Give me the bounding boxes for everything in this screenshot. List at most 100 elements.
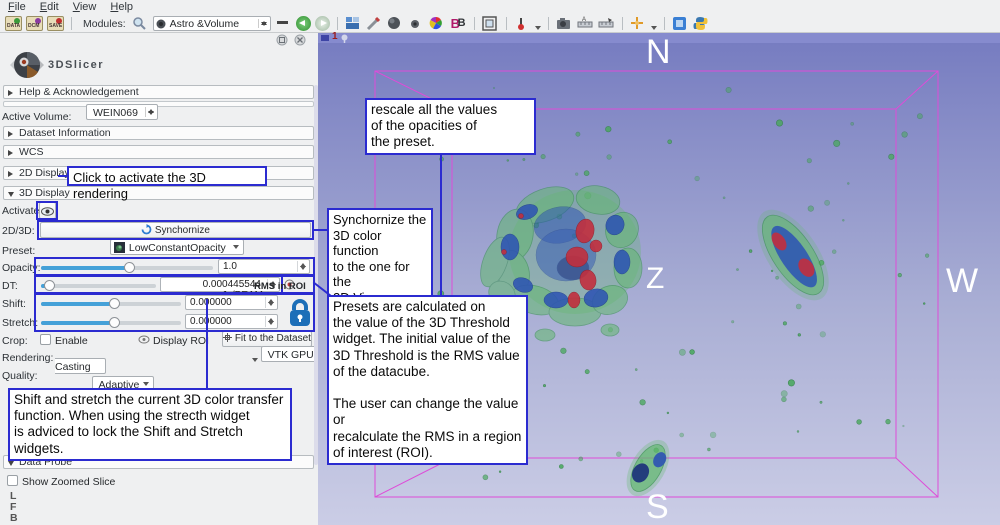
panel-undock-close-icons[interactable]	[276, 34, 310, 46]
load-data-label: DATA	[7, 23, 20, 29]
capture-icon[interactable]	[556, 16, 573, 31]
forward-arrow-icon[interactable]	[315, 16, 330, 31]
stretch-spin-arrows[interactable]	[265, 316, 275, 327]
dt-value: 0.000445544	[203, 279, 261, 290]
toolbar-separator	[548, 17, 549, 30]
crop-enable-checkbox[interactable]	[40, 334, 51, 345]
toolbar-separator	[474, 17, 475, 30]
ruler-b-icon[interactable]	[598, 16, 615, 31]
quality-label: Quality:	[2, 370, 38, 382]
collapse-arrow-icon	[8, 90, 13, 96]
display-roi-icon[interactable]	[138, 334, 150, 345]
active-volume-selector[interactable]: WEIN069	[86, 104, 158, 120]
menu-edit[interactable]: Edit	[40, 1, 59, 15]
dicom-label: DCM	[28, 23, 39, 29]
toolbar-separator	[506, 17, 507, 30]
preset-thumbnail-icon	[114, 242, 125, 253]
opacity-slider[interactable]	[41, 266, 213, 270]
active-volume-spin[interactable]	[145, 107, 154, 117]
stretch-label: Stretch:	[2, 317, 38, 329]
chevron-down-icon	[143, 382, 149, 386]
back-arrow-icon[interactable]	[296, 16, 311, 31]
module-selector[interactable]: Astro &Volume	[153, 16, 271, 31]
expand-arrow-icon	[8, 461, 14, 466]
colors-pinwheel-icon[interactable]	[429, 16, 446, 31]
connector-shift-stretch	[206, 299, 208, 388]
show-zoomed-slice-checkbox[interactable]	[7, 475, 18, 486]
preset-value: LowConstantOpacity	[129, 242, 226, 254]
activate-3d-button[interactable]	[39, 202, 56, 219]
stretch-spinbox[interactable]: 0.000000	[185, 314, 278, 329]
screenshot-icon[interactable]	[482, 16, 499, 31]
preset-label: Preset:	[2, 245, 35, 257]
chevron-down-icon	[233, 245, 239, 249]
layout-icon[interactable]	[345, 16, 362, 31]
fit-to-dataset-button[interactable]: Fit to the Dataset	[222, 331, 312, 347]
collapse-arrow-icon	[8, 131, 13, 137]
opacity-spinbox[interactable]: 1.0	[218, 259, 310, 274]
module-search-icon[interactable]	[132, 16, 149, 31]
toolbar-separator	[71, 17, 72, 30]
fonts-icon[interactable]: BB	[450, 16, 467, 31]
dt-label: DT:	[2, 280, 18, 292]
menu-file[interactable]: File	[8, 1, 26, 15]
module-selector-spin[interactable]	[258, 19, 267, 28]
menu-view[interactable]: View	[73, 1, 97, 15]
section-wcs[interactable]: WCS	[3, 145, 314, 159]
ruler-a-icon[interactable]: A	[577, 16, 594, 31]
dt-slider-handle[interactable]	[44, 280, 55, 291]
stretch-slider[interactable]	[41, 321, 181, 325]
active-volume-label: Active Volume:	[2, 111, 71, 123]
extensions-icon[interactable]	[672, 16, 689, 31]
section-3d-display[interactable]: 3D Display	[3, 186, 314, 200]
main-toolbar: DATA DCM SAVE Modules: Astro &Volume BB …	[0, 15, 1000, 33]
shift-slider-handle[interactable]	[109, 298, 120, 309]
rendering-selector[interactable]: VTK GPU Ray Casting	[55, 346, 335, 374]
shift-slider[interactable]	[41, 302, 181, 306]
menu-help[interactable]: Help	[110, 1, 133, 15]
annotation-shift-stretch: Shift and stretch the current 3D color t…	[8, 388, 292, 461]
eye-icon	[41, 205, 54, 218]
load-data-icon[interactable]: DATA	[5, 16, 22, 31]
view-collapse-icon[interactable]	[321, 35, 329, 41]
rendering-value: VTK GPU Ray Casting	[55, 349, 335, 373]
markup-icon[interactable]	[366, 16, 383, 31]
section-dataset-information[interactable]: Dataset Information	[3, 126, 314, 140]
sync-label: 2D/3D:	[2, 225, 35, 237]
lock-icon[interactable]	[288, 298, 312, 328]
slicer-astro-window: File Edit View Help DATA DCM SAVE Module…	[0, 0, 1000, 525]
mouse-mode-caret-icon[interactable]	[535, 26, 541, 30]
display-roi-label[interactable]: Display ROI	[153, 335, 209, 347]
shift-value: 0.000000	[190, 297, 232, 308]
segment-icon[interactable]	[408, 16, 425, 31]
volume-rendering-icon[interactable]	[387, 16, 404, 31]
synchronize-button[interactable]: Synchornize	[40, 222, 311, 238]
preset-selector[interactable]: LowConstantOpacity	[110, 239, 244, 255]
crosshair-icon[interactable]	[630, 16, 647, 31]
shift-spinbox[interactable]: 0.000000	[185, 295, 278, 310]
slicer-logo-icon	[8, 45, 46, 85]
mouse-mode-icon[interactable]	[514, 16, 531, 31]
probe-row-b: B	[10, 512, 18, 524]
crop-enable-label: Enable	[55, 335, 88, 347]
opacity-spin-arrows[interactable]	[297, 261, 307, 272]
shift-spin-arrows[interactable]	[265, 297, 275, 308]
pin-icon[interactable]	[340, 34, 349, 43]
opacity-slider-handle[interactable]	[124, 262, 135, 273]
orientation-west: W	[946, 262, 978, 301]
module-history-icon[interactable]	[275, 16, 292, 31]
module-icon	[156, 19, 166, 29]
toolbar-separator	[622, 17, 623, 30]
rms-in-roi-label[interactable]: RMS in ROI	[254, 281, 306, 292]
crosshair-caret-icon[interactable]	[651, 26, 657, 30]
stretch-value: 0.000000	[190, 316, 232, 327]
section-help[interactable]: Help & Acknowledgement	[3, 85, 314, 99]
shift-label: Shift:	[2, 298, 26, 310]
python-console-icon[interactable]	[693, 16, 710, 31]
stretch-slider-handle[interactable]	[109, 317, 120, 328]
dt-slider[interactable]	[41, 284, 156, 288]
dicom-icon[interactable]: DCM	[26, 16, 43, 31]
opacity-value: 1.0	[223, 261, 237, 272]
save-icon[interactable]: SAVE	[47, 16, 64, 31]
show-zoomed-slice-label: Show Zoomed Slice	[22, 476, 115, 488]
